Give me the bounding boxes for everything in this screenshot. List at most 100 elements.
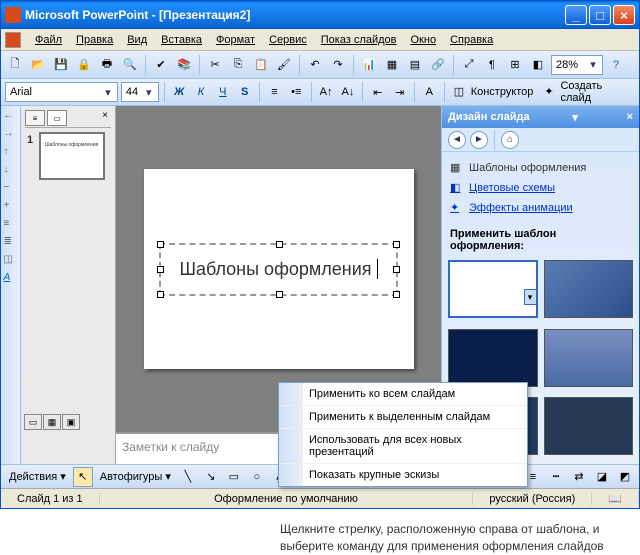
- home-icon[interactable]: ⌂: [501, 131, 519, 149]
- chevron-down-icon[interactable]: ▾: [586, 58, 600, 71]
- move-down-icon[interactable]: ↓: [4, 164, 18, 178]
- open-icon[interactable]: 📂: [28, 55, 48, 75]
- ctx-large-previews[interactable]: Показать крупные эскизы: [279, 464, 527, 486]
- sorter-view-button[interactable]: ▦: [43, 414, 61, 430]
- resize-handle[interactable]: [157, 241, 164, 248]
- permission-icon[interactable]: 🔒: [74, 55, 94, 75]
- designer-button[interactable]: ◫Конструктор: [450, 85, 538, 99]
- chevron-down-icon[interactable]: ▾: [101, 86, 115, 99]
- template-thumb[interactable]: [544, 397, 634, 455]
- minimize-button[interactable]: _: [565, 5, 587, 25]
- menu-slideshow[interactable]: Показ слайдов: [315, 32, 403, 48]
- menu-view[interactable]: Вид: [121, 32, 153, 48]
- menu-edit[interactable]: Правка: [70, 32, 119, 48]
- ctx-apply-all[interactable]: Применить ко всем слайдам: [279, 383, 527, 406]
- expand-icon[interactable]: ⤢: [459, 55, 479, 75]
- line-icon[interactable]: ╲: [178, 467, 198, 487]
- italic-button[interactable]: К: [192, 82, 211, 102]
- bullets-icon[interactable]: •≡: [287, 82, 306, 102]
- font-size-combo[interactable]: 44▾: [121, 82, 159, 102]
- normal-view-button[interactable]: ▭: [24, 414, 42, 430]
- chevron-down-icon[interactable]: ▾: [142, 86, 156, 99]
- move-up-icon[interactable]: ↑: [4, 146, 18, 160]
- link-color-schemes[interactable]: ◧Цветовые схемы: [450, 178, 631, 198]
- title-text[interactable]: Шаблоны оформления: [179, 259, 371, 279]
- promote-icon[interactable]: ←: [4, 110, 18, 124]
- template-thumb[interactable]: ▾: [448, 260, 538, 318]
- forward-icon[interactable]: ►: [470, 131, 488, 149]
- slides-tab[interactable]: ▭: [47, 110, 67, 126]
- titlebar[interactable]: Microsoft PowerPoint - [Презентация2] _ …: [1, 1, 639, 29]
- arrow-icon[interactable]: ↘: [201, 467, 221, 487]
- link-templates[interactable]: ▦Шаблоны оформления: [450, 158, 631, 178]
- resize-handle[interactable]: [157, 291, 164, 298]
- research-icon[interactable]: 📚: [174, 55, 194, 75]
- menu-help[interactable]: Справка: [444, 32, 499, 48]
- resize-handle[interactable]: [393, 266, 400, 273]
- status-spellcheck-icon[interactable]: 📖: [592, 492, 639, 505]
- increase-font-icon[interactable]: A↑: [317, 82, 336, 102]
- template-dropdown-icon[interactable]: ▾: [524, 289, 537, 305]
- menu-file[interactable]: Файл: [29, 32, 68, 48]
- format-painter-icon[interactable]: 🖌: [274, 55, 294, 75]
- save-icon[interactable]: 💾: [51, 55, 71, 75]
- new-icon[interactable]: 🗋: [5, 55, 25, 75]
- help-icon[interactable]: ?: [606, 55, 626, 75]
- table-icon[interactable]: ▦: [382, 55, 402, 75]
- new-slide-button[interactable]: ✦Создать слайд: [540, 80, 635, 104]
- maximize-button[interactable]: □: [589, 5, 611, 25]
- document-icon[interactable]: [5, 32, 21, 48]
- decrease-indent-icon[interactable]: ⇤: [368, 82, 387, 102]
- 3d-style-icon[interactable]: ◩: [615, 467, 635, 487]
- taskpane-dropdown-icon[interactable]: ▾: [572, 111, 578, 124]
- resize-handle[interactable]: [393, 291, 400, 298]
- resize-handle[interactable]: [276, 241, 283, 248]
- dash-style-icon[interactable]: ┅: [546, 467, 566, 487]
- copy-icon[interactable]: ⎘: [228, 55, 248, 75]
- resize-handle[interactable]: [276, 291, 283, 298]
- show-format-icon[interactable]: A: [4, 272, 18, 286]
- increase-indent-icon[interactable]: ⇥: [390, 82, 409, 102]
- slideshow-view-button[interactable]: ▣: [62, 414, 80, 430]
- collapse-icon[interactable]: −: [4, 182, 18, 196]
- print-icon[interactable]: 🖶: [97, 55, 117, 75]
- numbering-icon[interactable]: ≡: [265, 82, 284, 102]
- tables-borders-icon[interactable]: ▤: [405, 55, 425, 75]
- hyperlink-icon[interactable]: 🔗: [428, 55, 448, 75]
- menu-format[interactable]: Формат: [210, 32, 261, 48]
- slide-thumbnail[interactable]: 1 Шаблоны оформления: [39, 132, 105, 180]
- undo-icon[interactable]: ↶: [305, 55, 325, 75]
- cut-icon[interactable]: ✂: [205, 55, 225, 75]
- shadow-button[interactable]: S: [235, 82, 254, 102]
- font-combo[interactable]: Arial▾: [5, 82, 118, 102]
- slide-canvas[interactable]: Шаблоны оформления: [144, 169, 414, 369]
- select-icon[interactable]: ↖: [73, 467, 93, 487]
- close-button[interactable]: ×: [613, 5, 635, 25]
- panel-close-icon[interactable]: ×: [99, 110, 111, 127]
- bold-button[interactable]: Ж: [170, 82, 189, 102]
- resize-handle[interactable]: [393, 241, 400, 248]
- taskpane-header[interactable]: Дизайн слайда ▾ ×: [442, 106, 639, 128]
- spell-icon[interactable]: ✔: [151, 55, 171, 75]
- status-lang[interactable]: русский (Россия): [473, 493, 592, 505]
- collapse-all-icon[interactable]: ≡: [4, 218, 18, 232]
- menu-insert[interactable]: Вставка: [155, 32, 208, 48]
- zoom-combo[interactable]: 28%▾: [551, 55, 603, 75]
- chart-icon[interactable]: 📊: [359, 55, 379, 75]
- font-color-icon[interactable]: A: [420, 82, 439, 102]
- redo-icon[interactable]: ↷: [328, 55, 348, 75]
- ctx-use-new[interactable]: Использовать для всех новых презентаций: [279, 429, 527, 464]
- template-thumb[interactable]: [448, 329, 538, 387]
- outline-tab[interactable]: ≡: [25, 110, 45, 126]
- underline-button[interactable]: Ч: [213, 82, 232, 102]
- oval-icon[interactable]: ○: [247, 467, 267, 487]
- grid-icon[interactable]: ⊞: [505, 55, 525, 75]
- link-animation[interactable]: ✦Эффекты анимации: [450, 198, 631, 218]
- autoshapes-menu[interactable]: Автофигуры ▾: [96, 470, 175, 483]
- summary-icon[interactable]: ◫: [4, 254, 18, 268]
- menu-window[interactable]: Окно: [405, 32, 443, 48]
- expand-all-icon[interactable]: ≣: [4, 236, 18, 250]
- color-icon[interactable]: ◧: [528, 55, 548, 75]
- resize-handle[interactable]: [157, 266, 164, 273]
- decrease-font-icon[interactable]: A↓: [339, 82, 358, 102]
